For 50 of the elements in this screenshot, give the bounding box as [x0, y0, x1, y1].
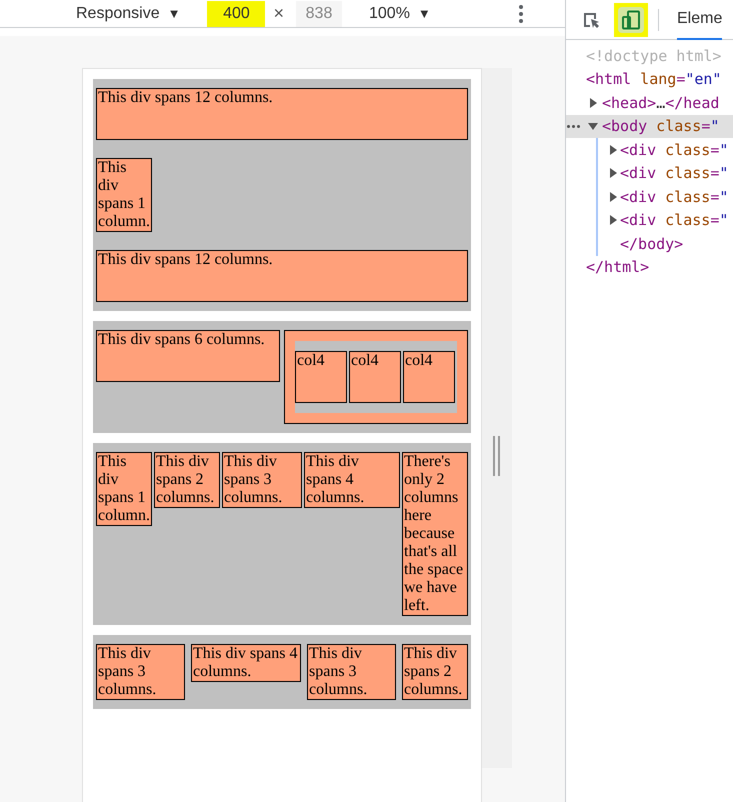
- grid-cell: This div spans 12 columns.: [96, 250, 468, 302]
- dom-node-row[interactable]: <html lang="en": [566, 68, 733, 91]
- expand-triangle-icon[interactable]: [608, 168, 618, 178]
- grid-cell: col4: [349, 351, 401, 403]
- dom-node-text: <div class=": [620, 140, 728, 160]
- expand-triangle-icon[interactable]: [608, 144, 618, 155]
- dom-node-row[interactable]: </body>: [566, 232, 733, 256]
- expand-triangle-icon[interactable]: [588, 98, 598, 108]
- dom-node-row[interactable]: <head>…</head: [566, 91, 733, 114]
- grid-cell: This div spans 2 columns.: [402, 644, 468, 700]
- grid-cell: There's only 2 columns here because that's all the space we have left.: [402, 452, 468, 616]
- grid-cell: This div spans 2 columns.: [154, 452, 220, 508]
- grid-cell: col4: [295, 351, 347, 403]
- zoom-dropdown[interactable]: 100% ▼: [369, 2, 431, 26]
- grid-cell: This div spans 3 columns.: [222, 452, 302, 508]
- collapse-triangle-icon[interactable]: [588, 121, 598, 132]
- dom-node-text: <div class=": [620, 163, 728, 184]
- dom-node-text: <!doctype html>: [586, 46, 722, 66]
- dom-node-row[interactable]: </html>: [566, 256, 733, 279]
- device-toolbar-icon[interactable]: [621, 10, 641, 30]
- dom-node-row[interactable]: <div class=": [566, 208, 733, 232]
- dom-node-text: <div class=": [620, 186, 728, 208]
- grid-cell: This div spans 12 columns.: [96, 88, 468, 140]
- grid-cell: This div spans 6 columns.: [96, 330, 280, 382]
- expand-triangle-icon[interactable]: [608, 192, 618, 202]
- dom-node-row[interactable]: <div class=": [566, 185, 733, 208]
- devtools-tab[interactable]: Eleme: [677, 0, 722, 40]
- dom-node-text: <head>…</head: [602, 92, 720, 114]
- more-options-icon[interactable]: [518, 4, 523, 22]
- grid-cell: col4: [403, 351, 455, 403]
- dom-node-text: <body class=": [602, 116, 720, 137]
- device-dropdown[interactable]: Responsive ▼: [76, 2, 180, 26]
- times-sign: ×: [273, 2, 284, 25]
- dom-node-text: <html lang="en": [586, 69, 722, 90]
- dom-node-row[interactable]: <div class=": [566, 138, 733, 162]
- dom-node-text: </body>: [620, 234, 684, 254]
- grid-cell: This div spans 4 columns.: [191, 644, 301, 682]
- grid-cell: This div spans 1 column.: [96, 158, 152, 232]
- dom-node-text: <div class=": [620, 210, 728, 231]
- grid-cell: This div spans 1 column.: [96, 452, 152, 526]
- dom-node-text: </html>: [586, 257, 650, 278]
- width-field[interactable]: 400: [207, 0, 266, 26]
- expand-triangle-icon[interactable]: [608, 215, 618, 226]
- grid-cell: This div spans 3 columns.: [307, 644, 396, 700]
- dom-node-row[interactable]: <div class=": [566, 162, 733, 185]
- grid-cell: This div spans 3 columns.: [96, 644, 185, 700]
- resize-handle-icon[interactable]: [493, 436, 501, 476]
- more-icon[interactable]: [567, 124, 580, 128]
- grid-cell: This div spans 4 columns.: [304, 452, 400, 508]
- dom-node-row[interactable]: <body class=": [566, 114, 733, 138]
